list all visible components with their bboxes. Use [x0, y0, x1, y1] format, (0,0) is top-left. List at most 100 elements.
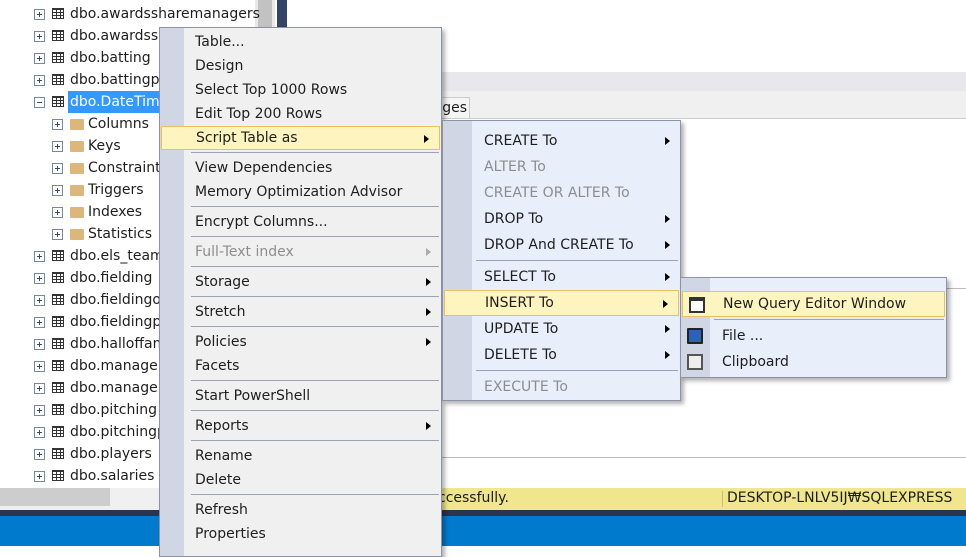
menu-item-update-to[interactable]: UPDATE To	[443, 316, 680, 342]
menu-item-drop-to[interactable]: DROP To	[443, 206, 680, 232]
menu-item-clipboard[interactable]: Clipboard	[681, 349, 946, 375]
expand-icon[interactable]	[34, 251, 45, 262]
script-table-submenu: CREATE To ALTER To CREATE OR ALTER To DROP …	[442, 120, 681, 401]
expand-icon[interactable]	[52, 229, 63, 240]
menu-item-edit-top-200-rows[interactable]: Edit Top 200 Rows	[160, 102, 441, 126]
menu-item-encrypt-columns[interactable]: Encrypt Columns...	[160, 210, 441, 234]
menu-separator	[191, 380, 439, 381]
menu-item-new-query-editor-window[interactable]: New Query Editor Window	[682, 291, 945, 317]
expand-icon[interactable]	[34, 427, 45, 438]
menu-item-label: Policies	[195, 334, 247, 350]
menu-item-stretch[interactable]: Stretch	[160, 300, 441, 324]
menu-separator	[191, 410, 439, 411]
menu-item-label: Design	[195, 58, 244, 74]
tree-node-label: dbo.awardssharemanagers	[70, 6, 260, 22]
menu-item-label: Reports	[195, 418, 249, 434]
menu-item-label: DROP And CREATE To	[484, 237, 634, 253]
expand-icon[interactable]	[34, 405, 45, 416]
menu-item-drop-and-create-to[interactable]: DROP And CREATE To	[443, 232, 680, 258]
expand-icon[interactable]	[52, 185, 63, 196]
menu-item-label: View Dependencies	[195, 160, 333, 176]
menu-item-label: Start PowerShell	[195, 388, 311, 404]
expand-icon[interactable]	[34, 53, 45, 64]
context-menu: Table... Design Select Top 1000 Rows Edit T…	[159, 27, 442, 557]
table-icon	[52, 338, 64, 349]
menu-item-label: UPDATE To	[484, 321, 559, 337]
expand-icon[interactable]	[34, 31, 45, 42]
expand-icon[interactable]	[34, 273, 45, 284]
submenu-arrow-icon	[426, 308, 431, 316]
submenu-arrow-icon	[665, 273, 670, 281]
expand-icon[interactable]	[52, 141, 63, 152]
menu-item-reports[interactable]: Reports	[160, 414, 441, 438]
menu-item-label: File ...	[722, 328, 764, 344]
menu-item-rename[interactable]: Rename	[160, 444, 441, 468]
expand-icon[interactable]	[52, 207, 63, 218]
menu-item-label: Script Table as	[196, 130, 298, 146]
menu-separator	[191, 266, 439, 267]
menu-item-facets[interactable]: Facets	[160, 354, 441, 378]
table-icon	[52, 382, 64, 393]
tree-node-label: dbo.halloffam	[70, 336, 167, 352]
tree-hscroll-thumb[interactable]	[0, 488, 110, 506]
menu-item-label: Full-Text index	[195, 244, 294, 260]
expand-icon[interactable]	[34, 383, 45, 394]
menu-item-label: CREATE OR ALTER To	[484, 185, 630, 201]
menu-item-file[interactable]: File ...	[681, 323, 946, 349]
expand-icon[interactable]	[34, 449, 45, 460]
expand-icon[interactable]	[52, 163, 63, 174]
expand-icon[interactable]	[34, 339, 45, 350]
menu-item-full-text-index: Full-Text index	[160, 240, 441, 264]
menu-item-memory-optimization-advisor[interactable]: Memory Optimization Advisor	[160, 180, 441, 204]
menu-item-label: SELECT To	[484, 269, 556, 285]
expand-icon[interactable]	[34, 471, 45, 482]
results-tab-label: ges	[442, 100, 467, 116]
tree-table-node[interactable]: dbo.awardssharemanagers	[0, 3, 275, 25]
new-query-icon	[689, 297, 705, 313]
expand-icon[interactable]	[34, 295, 45, 306]
menu-item-insert-to[interactable]: INSERT To	[444, 290, 679, 316]
menu-item-create-to[interactable]: CREATE To	[443, 128, 680, 154]
expand-icon[interactable]	[34, 317, 45, 328]
menu-separator	[191, 206, 439, 207]
menu-item-label: Rename	[195, 448, 253, 464]
menu-item-refresh[interactable]: Refresh	[160, 498, 441, 522]
menu-separator	[191, 236, 439, 237]
menu-item-select-top-1000-rows[interactable]: Select Top 1000 Rows	[160, 78, 441, 102]
table-icon	[52, 426, 64, 437]
tree-node-label: Keys	[88, 138, 121, 154]
expand-icon[interactable]	[34, 75, 45, 86]
status-message: ccessfully.	[438, 490, 509, 506]
tree-node-label: dbo.pitchingp	[70, 424, 166, 440]
menu-item-view-dependencies[interactable]: View Dependencies	[160, 156, 441, 180]
tree-node-label: dbo.pitching	[70, 402, 158, 418]
menu-item-script-table-as[interactable]: Script Table as	[161, 126, 440, 150]
folder-icon	[70, 207, 84, 218]
menu-separator	[714, 319, 944, 320]
menu-separator	[191, 152, 439, 153]
folder-icon	[70, 119, 84, 130]
menu-item-label: Select Top 1000 Rows	[195, 82, 348, 98]
tree-node-label: dbo.manager	[70, 358, 164, 374]
menu-item-table[interactable]: Table...	[160, 30, 441, 54]
menu-item-design[interactable]: Design	[160, 54, 441, 78]
expand-icon[interactable]	[34, 9, 45, 20]
menu-item-label: Storage	[195, 274, 250, 290]
menu-item-delete-to[interactable]: DELETE To	[443, 342, 680, 368]
menu-item-select-to[interactable]: SELECT To	[443, 264, 680, 290]
tree-node-label: Statistics	[88, 226, 152, 242]
menu-item-policies[interactable]: Policies	[160, 330, 441, 354]
menu-item-label: Clipboard	[722, 354, 789, 370]
menu-item-label: DROP To	[484, 211, 544, 227]
tree-horizontal-scrollbar[interactable]	[0, 488, 160, 510]
collapse-icon[interactable]	[34, 97, 45, 108]
menu-item-properties[interactable]: Properties	[160, 522, 441, 546]
tree-node-label: dbo.DateTim	[68, 91, 162, 113]
table-icon	[52, 360, 64, 371]
menu-item-delete[interactable]: Delete	[160, 468, 441, 492]
expand-icon[interactable]	[52, 119, 63, 130]
menu-item-start-powershell[interactable]: Start PowerShell	[160, 384, 441, 408]
expand-icon[interactable]	[34, 361, 45, 372]
tree-node-label: dbo.salaries	[70, 468, 155, 484]
menu-item-storage[interactable]: Storage	[160, 270, 441, 294]
